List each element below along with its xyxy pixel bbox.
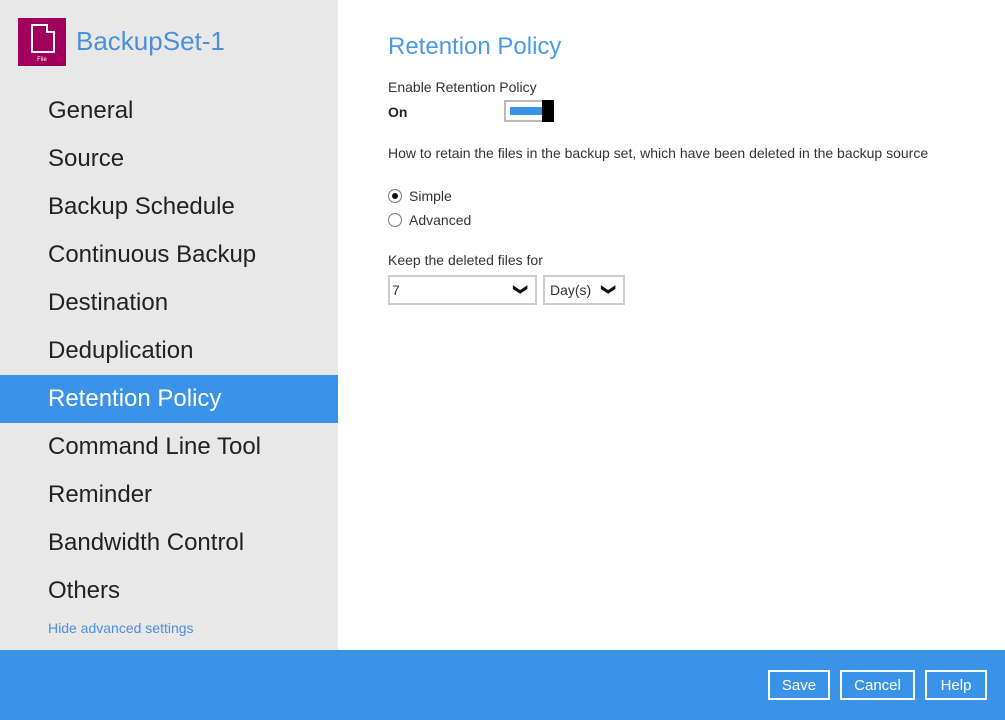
sidebar-item-destination[interactable]: Destination bbox=[0, 279, 338, 327]
sidebar: File BackupSet-1 General Source Backup S… bbox=[0, 0, 338, 650]
keep-unit: Day(s) bbox=[550, 282, 592, 298]
keep-value-select[interactable]: 7 ❯ bbox=[388, 275, 537, 305]
enable-retention-label: Enable Retention Policy bbox=[388, 79, 537, 95]
keep-deleted-label: Keep the deleted files for bbox=[388, 252, 543, 268]
sidebar-item-general[interactable]: General bbox=[0, 87, 338, 135]
radio-simple[interactable]: Simple bbox=[388, 188, 452, 204]
radio-advanced-label: Advanced bbox=[409, 212, 472, 228]
radio-advanced[interactable]: Advanced bbox=[388, 212, 471, 228]
chevron-down-icon: ❯ bbox=[601, 283, 618, 296]
file-backupset-icon: File bbox=[18, 18, 66, 66]
help-button[interactable]: Help bbox=[925, 670, 987, 700]
sidebar-item-bandwidth-control[interactable]: Bandwidth Control bbox=[0, 519, 338, 567]
sidebar-item-retention-policy[interactable]: Retention Policy bbox=[0, 375, 338, 423]
keep-unit-select[interactable]: Day(s) ❯ bbox=[543, 275, 625, 305]
cancel-button[interactable]: Cancel bbox=[840, 670, 915, 700]
toggle-fill bbox=[510, 107, 544, 115]
keep-value: 7 bbox=[392, 282, 400, 298]
radio-unchecked-icon[interactable] bbox=[388, 213, 402, 227]
sidebar-nav: General Source Backup Schedule Continuou… bbox=[0, 87, 338, 615]
radio-simple-label: Simple bbox=[409, 188, 452, 204]
toggle-knob[interactable] bbox=[542, 100, 554, 122]
document-icon bbox=[31, 24, 55, 53]
enable-retention-toggle[interactable] bbox=[504, 100, 554, 122]
sidebar-item-backup-schedule[interactable]: Backup Schedule bbox=[0, 183, 338, 231]
page-title: Retention Policy bbox=[388, 33, 562, 60]
sidebar-item-deduplication[interactable]: Deduplication bbox=[0, 327, 338, 375]
logo-label: File bbox=[37, 57, 47, 63]
radio-checked-icon[interactable] bbox=[388, 189, 402, 203]
sidebar-item-others[interactable]: Others bbox=[0, 567, 338, 615]
footer-bar: Save Cancel Help bbox=[0, 650, 1005, 720]
retention-description: How to retain the files in the backup se… bbox=[388, 145, 929, 161]
sidebar-item-reminder[interactable]: Reminder bbox=[0, 471, 338, 519]
sidebar-item-continuous-backup[interactable]: Continuous Backup bbox=[0, 231, 338, 279]
sidebar-item-command-line-tool[interactable]: Command Line Tool bbox=[0, 423, 338, 471]
sidebar-item-source[interactable]: Source bbox=[0, 135, 338, 183]
save-button[interactable]: Save bbox=[768, 670, 830, 700]
backupset-title: BackupSet-1 bbox=[76, 26, 225, 56]
toggle-state-text: On bbox=[388, 104, 408, 120]
chevron-down-icon: ❯ bbox=[513, 283, 530, 296]
hide-advanced-settings-link[interactable]: Hide advanced settings bbox=[48, 620, 194, 636]
